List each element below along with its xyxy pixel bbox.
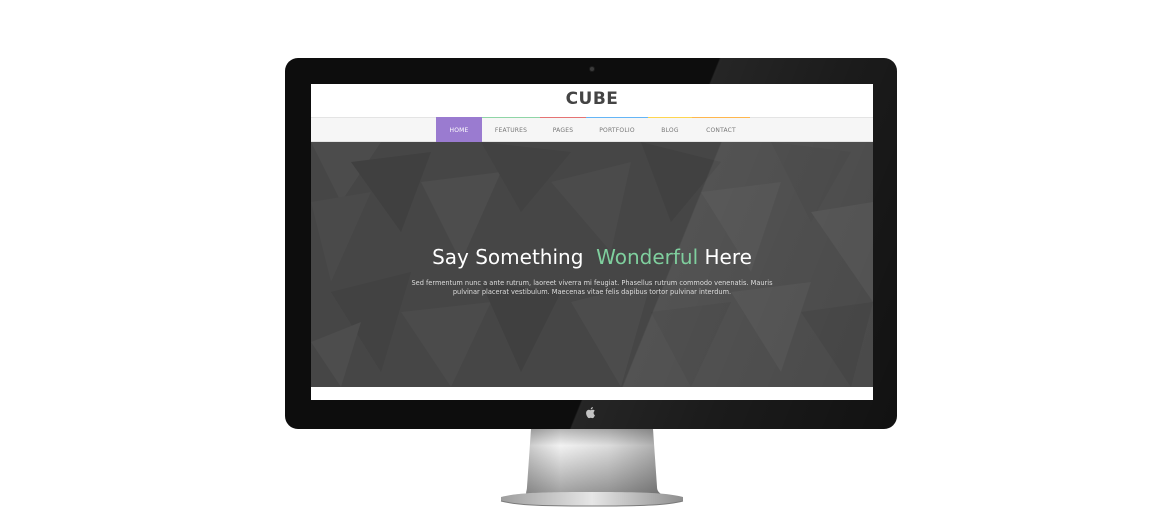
site-header: CUBE	[311, 84, 873, 117]
nav-blog[interactable]: BLOG	[648, 117, 692, 142]
hero-title: Say Something Wonderful Here	[311, 245, 873, 269]
monitor-screen: CUBE HOME FEATURES PAGES PORTFOLIO BLOG …	[311, 84, 873, 400]
camera-icon	[590, 67, 594, 71]
nav-features[interactable]: FEATURES	[482, 117, 540, 142]
nav-pages[interactable]: PAGES	[540, 117, 586, 142]
mockup-stage: CUBE HOME FEATURES PAGES PORTFOLIO BLOG …	[0, 0, 1170, 508]
nav-home-label: HOME	[449, 127, 469, 134]
main-nav: HOME FEATURES PAGES PORTFOLIO BLOG CONTA…	[311, 117, 873, 142]
apple-logo-icon	[586, 407, 595, 419]
nav-pages-label: PAGES	[552, 127, 574, 134]
hero-title-start: Say Something	[432, 245, 584, 269]
nav-contact-label: CONTACT	[706, 127, 736, 134]
hero-title-end: Here	[704, 245, 752, 269]
site-logo[interactable]: CUBE	[566, 89, 619, 109]
nav-blog-label: BLOG	[661, 127, 679, 134]
hero-description: Sed fermentum nunc a ante rutrum, laoree…	[411, 279, 773, 296]
nav-features-label: FEATURES	[494, 127, 528, 134]
page-below-hero	[311, 387, 873, 400]
hero-section: Say Something Wonderful Here Sed ferment…	[311, 142, 873, 387]
nav-contact[interactable]: CONTACT	[692, 117, 750, 142]
hero-title-accent: Wonderful	[596, 245, 699, 269]
nav-portfolio-label: PORTFOLIO	[599, 127, 635, 134]
nav-home[interactable]: HOME	[436, 117, 482, 142]
monitor-stand	[500, 429, 684, 507]
nav-portfolio[interactable]: PORTFOLIO	[586, 117, 648, 142]
